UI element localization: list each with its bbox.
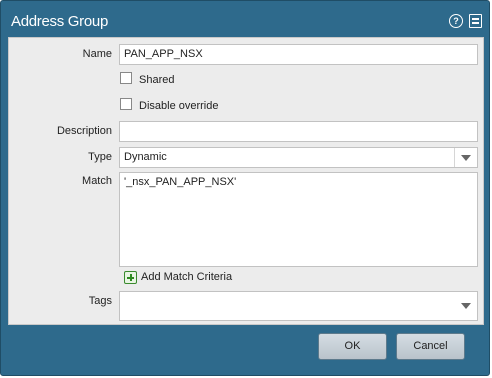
- ok-button[interactable]: OK: [318, 333, 387, 360]
- tags-input[interactable]: [119, 291, 478, 321]
- tags-chevron-down-icon[interactable]: [455, 296, 477, 316]
- match-label: Match: [82, 175, 112, 187]
- type-label: Type: [88, 151, 112, 163]
- address-group-dialog: Address Group ? Name PAN_APP_NSX Shared …: [0, 0, 490, 376]
- name-input[interactable]: PAN_APP_NSX: [119, 44, 478, 65]
- tags-label: Tags: [88, 295, 112, 307]
- type-select-value: Dynamic: [124, 151, 167, 163]
- form-panel: Name PAN_APP_NSX Shared Disable override…: [8, 37, 484, 325]
- type-select[interactable]: Dynamic: [119, 147, 478, 168]
- description-label: Description: [56, 125, 112, 137]
- disable-override-checkbox[interactable]: [120, 98, 132, 110]
- shared-checkbox[interactable]: [120, 72, 132, 84]
- add-match-criteria-label: Add Match Criteria: [141, 271, 233, 283]
- help-icon[interactable]: ?: [449, 14, 463, 28]
- name-label: Name: [82, 48, 112, 60]
- chevron-down-icon[interactable]: [454, 148, 477, 167]
- description-input[interactable]: [119, 121, 478, 142]
- dialog-title: Address Group: [11, 13, 108, 30]
- dialog-titlebar: Address Group ?: [1, 1, 489, 37]
- disable-override-label: Disable override: [139, 100, 219, 112]
- cancel-button[interactable]: Cancel: [396, 333, 465, 360]
- match-textarea[interactable]: '_nsx_PAN_APP_NSX': [119, 172, 478, 267]
- form-icon[interactable]: [469, 14, 482, 28]
- plus-icon: [124, 271, 137, 284]
- shared-label: Shared: [139, 74, 175, 86]
